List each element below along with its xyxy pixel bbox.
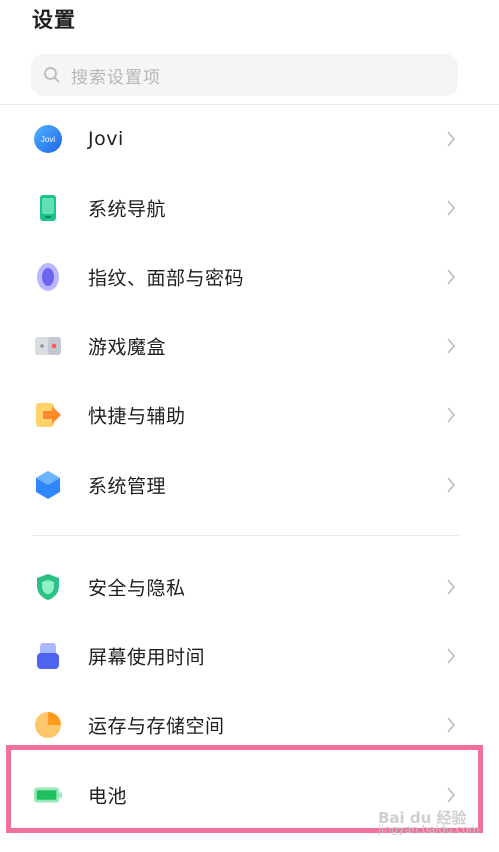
settings-item-label: 快捷与辅助 bbox=[88, 405, 186, 427]
phone-navigation-icon bbox=[33, 193, 63, 223]
settings-item-label: 系统管理 bbox=[88, 475, 167, 497]
chevron-right-icon bbox=[447, 199, 456, 216]
search-icon bbox=[44, 67, 60, 83]
chevron-right-icon bbox=[447, 578, 456, 595]
settings-item-label: 屏幕使用时间 bbox=[88, 646, 206, 668]
game-box-icon bbox=[33, 331, 63, 361]
shortcut-arrow-icon bbox=[33, 400, 63, 430]
settings-item-label: Jovi bbox=[88, 127, 124, 150]
jovi-badge-text: Jovi bbox=[41, 135, 55, 144]
settings-item-system-navigation[interactable]: 系统导航 bbox=[0, 173, 499, 242]
search-placeholder: 搜索设置项 bbox=[71, 67, 161, 88]
shield-icon bbox=[33, 572, 63, 602]
settings-item-security-privacy[interactable]: 安全与隐私 bbox=[0, 552, 499, 621]
group-divider bbox=[32, 535, 460, 536]
watermark: Bai du 经验 jingyan.baidu.com bbox=[378, 811, 480, 836]
storage-pie-icon bbox=[33, 710, 63, 740]
jovi-icon: Jovi bbox=[33, 124, 63, 154]
chevron-right-icon bbox=[447, 716, 456, 733]
watermark-url: jingyan.baidu.com bbox=[378, 823, 480, 836]
chevron-right-icon bbox=[447, 647, 456, 664]
settings-item-label: 安全与隐私 bbox=[88, 577, 186, 599]
chevron-right-icon bbox=[447, 337, 456, 354]
system-management-hexagon-icon bbox=[33, 470, 63, 500]
settings-item-label: 游戏魔盒 bbox=[88, 336, 167, 358]
chevron-right-icon bbox=[447, 406, 456, 423]
screen-time-icon bbox=[33, 641, 63, 671]
settings-item-screen-time[interactable]: 屏幕使用时间 bbox=[0, 621, 499, 690]
settings-item-jovi[interactable]: Jovi Jovi bbox=[0, 104, 499, 173]
chevron-right-icon bbox=[447, 130, 456, 147]
page-title: 设置 bbox=[32, 8, 76, 32]
chevron-right-icon bbox=[447, 268, 456, 285]
chevron-right-icon bbox=[447, 476, 456, 493]
settings-item-label: 指纹、面部与密码 bbox=[88, 267, 245, 289]
search-input[interactable]: 搜索设置项 bbox=[31, 54, 458, 96]
settings-item-fingerprint-face-password[interactable]: 指纹、面部与密码 bbox=[0, 242, 499, 311]
settings-item-shortcuts-accessibility[interactable]: 快捷与辅助 bbox=[0, 380, 499, 449]
fingerprint-icon bbox=[33, 262, 63, 292]
settings-item-label: 系统导航 bbox=[88, 198, 167, 220]
settings-item-game-box[interactable]: 游戏魔盒 bbox=[0, 311, 499, 380]
settings-item-system-management[interactable]: 系统管理 bbox=[0, 450, 499, 519]
settings-item-label: 运存与存储空间 bbox=[88, 715, 225, 737]
